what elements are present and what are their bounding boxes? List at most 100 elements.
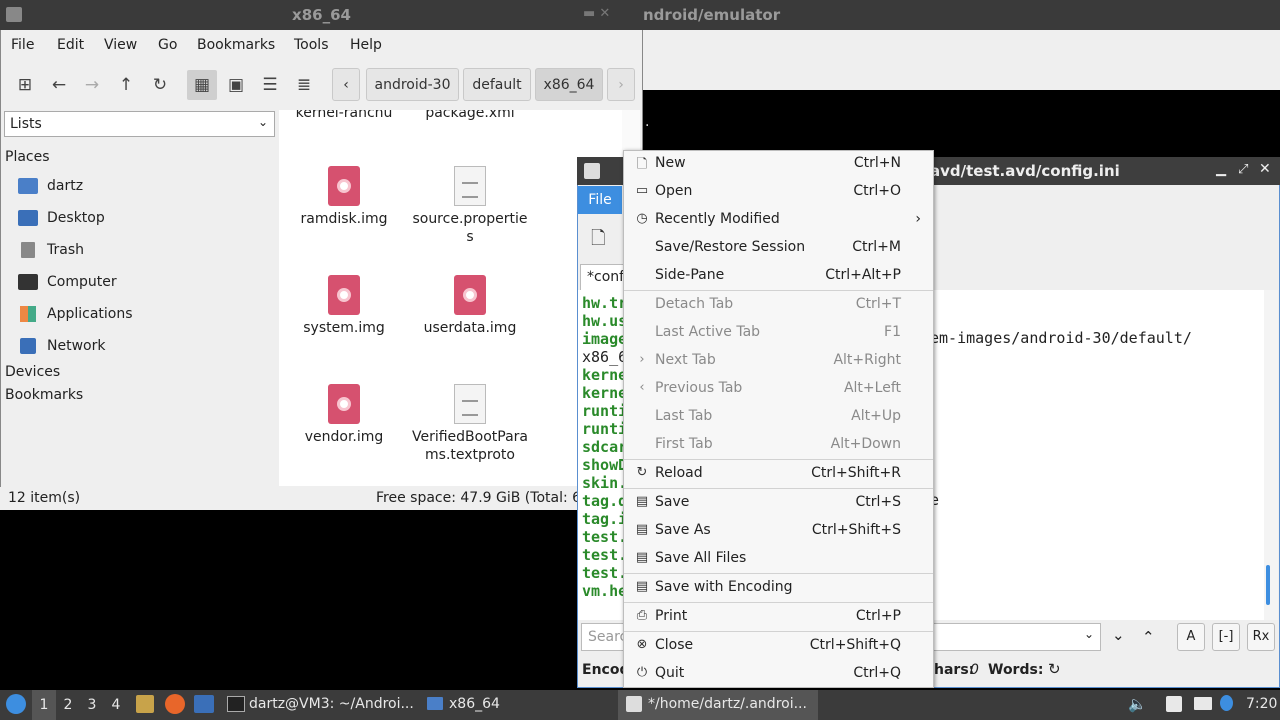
back-icon[interactable]: ← (44, 70, 74, 100)
start-menu-icon[interactable] (6, 694, 26, 714)
close-icon: ⊗ (636, 637, 648, 652)
menu-view[interactable]: View (104, 37, 137, 53)
workspace-2[interactable]: 2 (56, 690, 80, 720)
menu-edit[interactable]: Edit (57, 37, 84, 53)
menu-item-save-all-files[interactable]: ▤ Save All Files (624, 545, 933, 573)
workspace-3[interactable]: 3 (80, 690, 104, 720)
new-tab-icon[interactable]: ⊞ (10, 70, 40, 100)
maximize-icon[interactable]: ⤢ (1238, 162, 1248, 177)
editor-menu-file[interactable]: File (578, 186, 622, 214)
breadcrumb-android-30[interactable]: android-30 (366, 68, 459, 101)
file-view[interactable]: kernel-ranchu package.xml ramdisk.img so… (279, 110, 622, 486)
menu-item-quit[interactable]: ⏻ Quit Ctrl+Q (624, 660, 933, 688)
minimize-icon[interactable]: ▁ (1216, 162, 1226, 177)
menu-item-last-active-tab[interactable]: Last Active Tab F1 (624, 319, 933, 347)
sidebar-item-desktop[interactable]: Desktop (18, 207, 273, 233)
menu-item-new[interactable]: 🗋 New Ctrl+N (624, 150, 933, 178)
editor-task-icon (626, 696, 642, 712)
code-line: test. (582, 564, 628, 582)
code-line: runti (582, 420, 628, 438)
display-icon[interactable] (1194, 697, 1212, 710)
refresh-count-icon[interactable]: ↻ (1048, 660, 1061, 678)
menu-item-print[interactable]: ⎙ Print Ctrl+P (624, 603, 933, 631)
compact-view-icon[interactable]: ☰ (255, 70, 285, 100)
menu-item-recently-modified[interactable]: ◷ Recently Modified › (624, 206, 933, 234)
regex-icon[interactable]: Rx (1247, 623, 1275, 651)
volume-icon[interactable]: 🔈 (1128, 695, 1147, 713)
menu-item-open[interactable]: ▭ Open Ctrl+O (624, 178, 933, 206)
menu-item-first-tab[interactable]: First Tab Alt+Down (624, 431, 933, 459)
search-down-icon[interactable]: ⌄ (1112, 626, 1125, 644)
sidebar-item-applications[interactable]: Applications (18, 303, 273, 329)
file-item-partial[interactable]: package.xml (405, 110, 535, 122)
breadcrumb-left-arrow[interactable]: ‹ (332, 68, 360, 101)
desktop-launcher-icon[interactable] (194, 695, 214, 713)
breadcrumb-x86_64[interactable]: x86_64 (535, 68, 603, 101)
file-name: vendor.img (304, 429, 384, 445)
window-controls[interactable]: ▬ ✕ (583, 6, 610, 21)
menu-item-detach-tab[interactable]: Detach Tab Ctrl+T (624, 291, 933, 319)
up-icon[interactable]: ↑ (111, 70, 141, 100)
sidebar-item-computer[interactable]: Computer (18, 271, 273, 297)
file-item[interactable]: source.properties (405, 166, 535, 246)
file-item-partial[interactable]: kernel-ranchu (279, 110, 409, 122)
menu-item-previous-tab[interactable]: ‹ Previous Tab Alt+Left (624, 375, 933, 403)
breadcrumb-right-arrow[interactable]: › (607, 68, 635, 101)
file-item[interactable]: ramdisk.img (279, 166, 409, 228)
firefox-icon[interactable] (165, 694, 185, 714)
file-item[interactable]: system.img (279, 275, 409, 337)
menu-item-close[interactable]: ⊗ Close Ctrl+Shift+Q (624, 632, 933, 660)
new-document-icon[interactable]: 🗋 (591, 226, 605, 256)
workspace-1[interactable]: 1 (32, 690, 56, 720)
sidebar-item-dartz[interactable]: dartz (18, 175, 273, 201)
close-icon[interactable]: ✕ (1259, 161, 1271, 177)
file-manager-launcher-icon[interactable] (136, 695, 154, 713)
menu-tools[interactable]: Tools (294, 37, 329, 53)
menu-item-label: Side-Pane (655, 267, 725, 283)
clipboard-icon[interactable] (1166, 696, 1182, 712)
file-item[interactable]: vendor.img (279, 384, 409, 446)
menu-item-save[interactable]: ▤ Save Ctrl+S (624, 489, 933, 517)
forward-icon[interactable]: → (77, 70, 107, 100)
breadcrumb-default[interactable]: default (463, 68, 531, 101)
save-icon: ▤ (635, 494, 649, 509)
menu-item-shortcut: Ctrl+M (852, 239, 901, 255)
task-terminal[interactable]: dartz@VM3: ~/Androi... (249, 696, 414, 712)
icon-view-icon[interactable]: ▦ (187, 70, 217, 100)
sidebar-item-trash[interactable]: Trash (18, 239, 273, 265)
task-file-manager[interactable]: x86_64 (449, 696, 500, 712)
chevron-down-icon[interactable]: ⌄ (1084, 627, 1094, 641)
menu-item-save-as[interactable]: ▤ Save As Ctrl+Shift+S (624, 517, 933, 545)
task-editor[interactable]: */home/dartz/.androi... (648, 696, 807, 712)
match-case-icon[interactable]: A (1177, 623, 1205, 651)
side-pane-mode-select[interactable]: Lists ⌄ (4, 111, 275, 137)
menu-item-last-tab[interactable]: Last Tab Alt+Up (624, 403, 933, 431)
menu-file[interactable]: File (11, 37, 34, 53)
menu-item-next-tab[interactable]: › Next Tab Alt+Right (624, 347, 933, 375)
whole-word-icon[interactable]: [-] (1212, 623, 1240, 651)
search-placeholder: Searc (588, 629, 628, 645)
file-item[interactable]: userdata.img (405, 275, 535, 337)
menu-item-save-restore-session[interactable]: Save/Restore Session Ctrl+M (624, 234, 933, 262)
network-icon (20, 338, 36, 354)
menu-item-reload[interactable]: ↻ Reload Ctrl+Shift+R (624, 460, 933, 488)
notification-icon[interactable] (1220, 695, 1233, 711)
terminal-menubar (643, 30, 1280, 90)
code-line: vm.he (582, 582, 628, 600)
editor-app-icon[interactable] (584, 163, 600, 179)
sidebar-item-network[interactable]: Network (18, 335, 273, 361)
search-up-icon[interactable]: ⌃ (1142, 628, 1155, 646)
thumbnail-view-icon[interactable]: ▣ (221, 70, 251, 100)
detail-view-icon[interactable]: ≣ (289, 70, 319, 100)
menu-item-shortcut: Alt+Up (851, 408, 901, 424)
menu-go[interactable]: Go (158, 37, 177, 53)
reload-icon[interactable]: ↻ (145, 70, 175, 100)
editor-scrollbar-thumb[interactable] (1266, 565, 1270, 605)
file-item[interactable]: VerifiedBootParams.textproto (405, 384, 535, 464)
workspace-4[interactable]: 4 (104, 690, 128, 720)
menu-bookmarks[interactable]: Bookmarks (197, 37, 275, 53)
clock[interactable]: 7:20 (1246, 696, 1277, 712)
menu-item-side-pane[interactable]: Side-Pane Ctrl+Alt+P (624, 262, 933, 290)
menu-item-save-with-encoding[interactable]: ▤ Save with Encoding (624, 574, 933, 602)
menu-help[interactable]: Help (350, 37, 382, 53)
